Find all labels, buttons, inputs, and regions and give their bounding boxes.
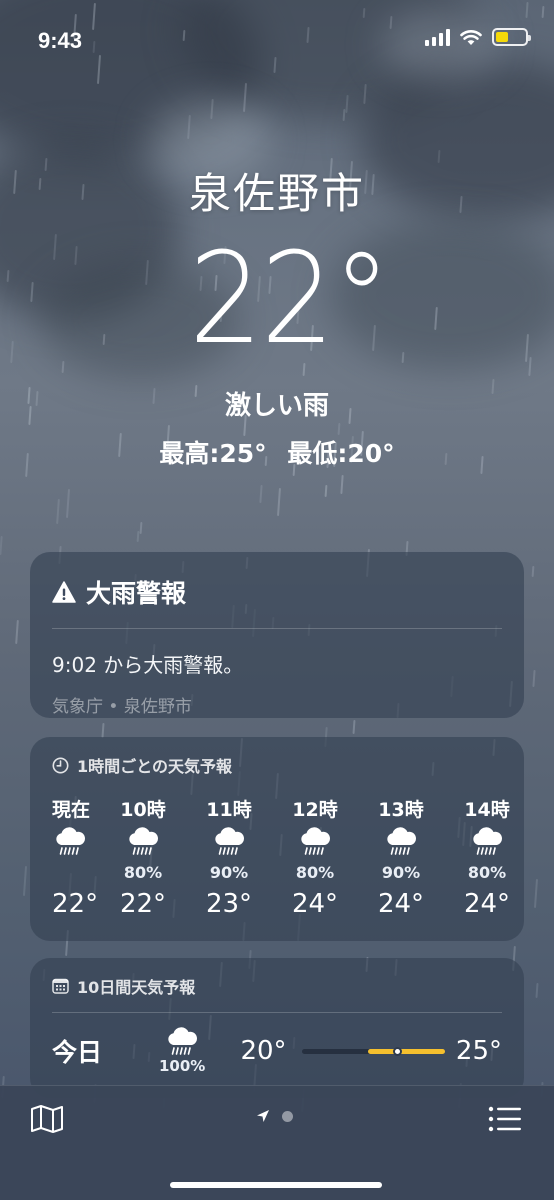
day-name: 今日 — [52, 1038, 103, 1067]
precip-chance: 90% — [381, 863, 421, 882]
hour-label: 14時 — [464, 799, 510, 821]
hour-label: 13時 — [378, 799, 424, 821]
hour-temperature: 22° — [52, 889, 99, 919]
warning-triangle-icon — [52, 581, 76, 603]
hour-temperature: 23° — [205, 889, 253, 919]
hourly-forecast-card[interactable]: 1時間ごとの天気予報 現在 22° 10時 80% 22° 11時 90% 23… — [30, 737, 524, 941]
alert-card[interactable]: 大雨警報 9:02 から大雨警報。 気象庁 • 泉佐野市 — [30, 552, 524, 718]
status-icons — [425, 28, 531, 46]
home-indicator[interactable] — [170, 1182, 382, 1188]
hour-label: 11時 — [206, 799, 252, 821]
precip-chance: 100% — [159, 1057, 206, 1075]
alert-title: 大雨警報 — [86, 579, 187, 608]
daily-forecast-card[interactable]: 10日間天気予報 今日 100% 20° 25° — [30, 958, 524, 1098]
alert-body: 9:02 から大雨警報。 — [52, 653, 244, 677]
hour-temperature: 24° — [463, 889, 511, 919]
current-temp-marker — [393, 1046, 403, 1056]
status-time: 9:43 — [38, 28, 83, 53]
city-name: 泉佐野市 — [188, 169, 365, 218]
daily-header: 10日間天気予報 — [52, 974, 502, 998]
location-list-button[interactable] — [488, 1106, 522, 1136]
hour-item: 現在 22° — [52, 795, 100, 919]
heavy-rain-icon — [469, 827, 505, 863]
precip-chance: 80% — [467, 863, 507, 882]
hour-label: 10時 — [120, 799, 166, 821]
map-button[interactable] — [30, 1104, 64, 1138]
calendar-icon — [52, 978, 69, 994]
hourly-header-label: 1時間ごとの天気予報 — [77, 757, 232, 776]
cellular-signal-icon — [425, 28, 450, 46]
location-arrow-icon — [257, 1110, 269, 1122]
low-temperature: 最低:20° — [287, 439, 395, 468]
hour-temperature: 24° — [377, 889, 425, 919]
heavy-rain-icon — [211, 827, 247, 863]
alert-source: 気象庁 • 泉佐野市 — [52, 697, 192, 717]
high-temperature: 最高:25° — [159, 439, 267, 468]
hour-item: 13時 90% 24° — [358, 795, 444, 919]
day-row[interactable]: 今日 100% 20° 25° — [52, 1021, 502, 1081]
bottom-toolbar — [0, 1085, 554, 1200]
temperature-range-fill — [368, 1048, 446, 1054]
current-weather: 泉佐野市 22° 激しい雨 最高:25° 最低:20° — [0, 160, 554, 470]
precip-chance: 80% — [295, 863, 335, 882]
hour-temperature: 24° — [291, 889, 339, 919]
current-temperature: 22° — [188, 225, 391, 372]
hour-item: 12時 80% 24° — [272, 795, 358, 919]
hourly-list[interactable]: 現在 22° 10時 80% 22° 11時 90% 23° 12時 80% 2… — [52, 795, 510, 919]
map-icon — [31, 1105, 63, 1133]
heavy-rain-icon — [125, 827, 161, 863]
precip-chance: 90% — [209, 863, 249, 882]
hour-temperature: 22° — [119, 889, 167, 919]
daily-header-label: 10日間天気予報 — [77, 978, 196, 997]
hour-label: 現在 — [52, 799, 91, 821]
hour-item: 11時 90% 23° — [186, 795, 272, 919]
battery-icon — [492, 28, 531, 46]
divider — [52, 1012, 502, 1013]
hourly-header: 1時間ごとの天気予報 — [52, 753, 502, 777]
day-weather: 100% — [144, 1027, 221, 1075]
day-low: 20° — [240, 1036, 287, 1066]
precip-chance: 80% — [123, 863, 163, 882]
list-icon — [488, 1106, 521, 1132]
heavy-rain-icon — [52, 827, 88, 863]
page-indicator[interactable] — [256, 1109, 293, 1123]
temperature-range-bar — [302, 1046, 446, 1056]
high-low: 最高:25° 最低:20° — [0, 434, 554, 470]
heavy-rain-icon — [297, 827, 333, 863]
clock-icon — [52, 757, 69, 773]
hour-item: 14時 80% 24° — [444, 795, 524, 919]
wifi-icon — [460, 29, 482, 45]
page-dot — [282, 1110, 293, 1122]
weather-condition: 激しい雨 — [224, 391, 329, 421]
heavy-rain-icon — [164, 1027, 200, 1057]
hour-item: 10時 80% 22° — [100, 795, 186, 919]
alert-header: 大雨警報 — [52, 574, 502, 610]
battery-level — [496, 32, 508, 42]
status-bar: 9:43 — [0, 0, 554, 80]
day-high: 25° — [455, 1036, 502, 1066]
hour-label: 12時 — [292, 799, 338, 821]
divider — [52, 628, 502, 629]
heavy-rain-icon — [383, 827, 419, 863]
